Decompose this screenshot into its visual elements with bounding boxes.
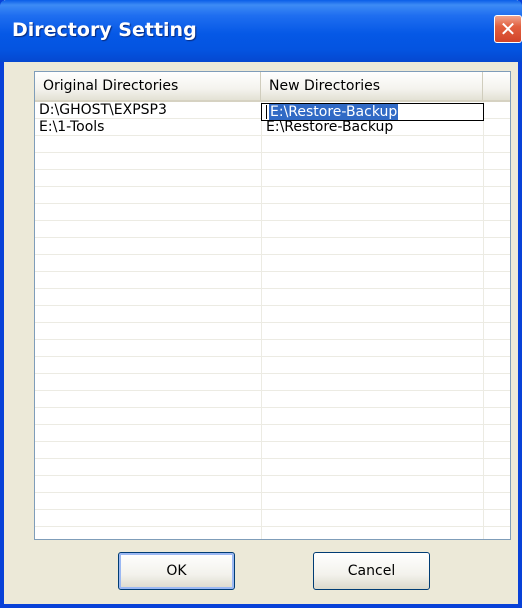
cancel-button[interactable]: Cancel xyxy=(313,552,430,590)
empty-row xyxy=(35,306,510,323)
empty-row xyxy=(35,476,510,493)
original-directory-cell: D:\GHOST\EXPSP3 xyxy=(39,102,167,118)
empty-row xyxy=(35,323,510,340)
empty-row xyxy=(35,153,510,170)
table-row[interactable]: E:\1-Tools E:\Restore-Backup xyxy=(35,119,510,136)
dialog-title: Directory Setting xyxy=(12,19,197,41)
empty-row xyxy=(35,408,510,425)
empty-row xyxy=(35,136,510,153)
empty-row xyxy=(35,374,510,391)
empty-row xyxy=(35,510,510,527)
directory-setting-dialog: Directory Setting ✕ Original Directories… xyxy=(0,0,522,608)
empty-row xyxy=(35,493,510,510)
empty-row xyxy=(35,204,510,221)
empty-row xyxy=(35,255,510,272)
table-row[interactable]: D:\GHOST\EXPSP3 E:\Restore-Backup xyxy=(35,102,510,121)
empty-row xyxy=(35,357,510,374)
empty-row xyxy=(35,187,510,204)
empty-row xyxy=(35,221,510,238)
selected-text[interactable]: E:\Restore-Backup xyxy=(269,104,399,120)
empty-row xyxy=(35,442,510,459)
column-header-empty[interactable] xyxy=(483,72,510,100)
empty-row xyxy=(35,289,510,306)
title-bar[interactable]: Directory Setting ✕ xyxy=(0,0,522,62)
empty-row xyxy=(35,340,510,357)
empty-row xyxy=(35,238,510,255)
ok-button[interactable]: OK xyxy=(118,552,235,590)
list-header: Original Directories New Directories xyxy=(35,72,510,102)
column-header-original[interactable]: Original Directories xyxy=(35,72,261,100)
text-caret xyxy=(266,105,267,119)
new-directory-cell: E:\Restore-Backup xyxy=(266,119,394,135)
original-directory-cell: E:\1-Tools xyxy=(39,119,105,135)
empty-row xyxy=(35,527,510,539)
directory-list[interactable]: Original Directories New Directories D:\… xyxy=(34,71,511,540)
empty-row xyxy=(35,170,510,187)
list-rows: D:\GHOST\EXPSP3 E:\Restore-Backup E:\1-T… xyxy=(35,102,510,539)
empty-row xyxy=(35,459,510,476)
close-icon[interactable]: ✕ xyxy=(494,15,522,43)
column-header-new[interactable]: New Directories xyxy=(261,72,483,100)
empty-row xyxy=(35,391,510,408)
empty-row xyxy=(35,272,510,289)
empty-row xyxy=(35,425,510,442)
